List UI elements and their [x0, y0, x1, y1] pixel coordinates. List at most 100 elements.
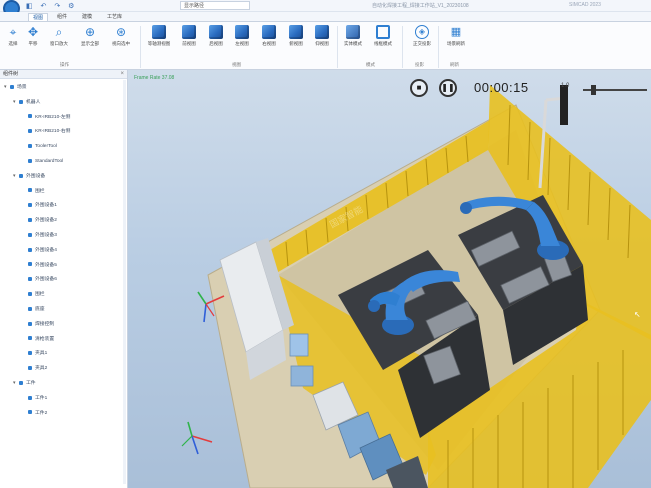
tree-item[interactable]: 外围设备6: [22, 275, 57, 284]
group-label-refresh: 刷新: [450, 62, 459, 67]
component-icon: [28, 321, 32, 326]
left-view-button[interactable]: 左视图: [229, 25, 255, 57]
component-icon: [28, 291, 32, 296]
tree-item-label: ToolerTool: [35, 144, 57, 150]
tree-item-label: 围栏: [35, 188, 45, 194]
speed-slider[interactable]: [583, 85, 647, 95]
tree-item[interactable]: 清枪装置: [22, 335, 54, 344]
tree-item[interactable]: 围栏: [22, 290, 45, 299]
zoom-all-label: 显示全部: [81, 41, 99, 46]
tree-item[interactable]: 焊接控制: [22, 320, 54, 329]
tree-item[interactable]: ▾ 机器人: [13, 98, 40, 107]
top-view-label: 俯视图: [289, 41, 303, 46]
ribbon: ⌖ 选择 ✥ 平移 ⌕ 窗口放大 ⊕ 显示全部 ⊛ 视向选中 操作 等轴测视图 …: [0, 21, 651, 70]
quick-access-toolbar[interactable]: ◧ ↶ ↷ ⚙: [26, 2, 77, 10]
iso-view-button[interactable]: 等轴测视图: [146, 25, 172, 57]
component-icon: [28, 262, 32, 267]
ribbon-tabs: 视图 组件 建模 工艺库: [0, 12, 651, 21]
folder-icon: [10, 84, 14, 89]
zoom-window-button[interactable]: ⌕ 窗口放大: [46, 25, 72, 57]
bottom-view-button[interactable]: 仰视图: [309, 25, 335, 57]
tree-item[interactable]: ▾ 工件: [13, 379, 36, 388]
wireframe-mode-button[interactable]: 线框模式: [370, 25, 396, 57]
layout-select[interactable]: 显示路径: [180, 1, 250, 10]
tree-item[interactable]: 外围设备5: [22, 261, 57, 270]
component-icon: [28, 158, 32, 163]
scene-refresh-button[interactable]: ▦ 场景刷新: [443, 25, 469, 57]
tree-item[interactable]: 夹具1: [22, 349, 47, 358]
zoom-window-label: 窗口放大: [50, 41, 68, 46]
component-icon: [28, 232, 32, 237]
tree-item[interactable]: 外围设备3: [22, 231, 57, 240]
top-view-button[interactable]: 俯视图: [283, 25, 309, 57]
tree-item[interactable]: 外围设备1: [22, 201, 57, 210]
panel-scrollbar[interactable]: [123, 80, 126, 484]
record-button[interactable]: ■: [410, 79, 428, 97]
panel-title: 组件树: [3, 71, 19, 77]
tree-item[interactable]: ▾ 场景: [4, 83, 27, 92]
3d-viewport[interactable]: Frame Rate 37.08 ■ ❚❚ 00:00:15 1.0 国家智能 …: [128, 70, 651, 488]
tab-process-library[interactable]: 工艺库: [103, 13, 126, 21]
folder-icon: [19, 380, 23, 385]
group-separator: [140, 26, 141, 68]
pan-label: 平移: [28, 41, 38, 46]
tree-item[interactable]: ▾ 外围设备: [13, 172, 45, 181]
tree-item-label: 工件1: [35, 395, 48, 401]
speed-slider-handle[interactable]: [591, 85, 596, 95]
front-view-button[interactable]: 前视图: [176, 25, 202, 57]
component-icon: [28, 277, 32, 282]
ortho-projection-button[interactable]: ◈ 正交投影: [409, 25, 435, 57]
iso-view-cube-icon: [152, 25, 166, 39]
top-view-cube-icon: [289, 25, 303, 39]
component-icon: [28, 114, 32, 119]
group-separator: [402, 26, 403, 68]
component-icon: [28, 365, 32, 370]
tree-item-label: 外围设备1: [35, 203, 57, 209]
record-icon: ■: [416, 83, 422, 92]
pause-button[interactable]: ❚❚: [439, 79, 457, 97]
tree-item-label: 工件: [26, 381, 36, 386]
tree-item[interactable]: StandardTool: [22, 157, 63, 166]
tree-item-label: 底座: [35, 307, 45, 312]
solid-mode-button[interactable]: 实体模式: [340, 25, 366, 57]
tree-item-label: 外围设备6: [35, 277, 57, 283]
tree-item-label: StandardTool: [35, 159, 64, 164]
tree-item[interactable]: 工件2: [22, 409, 47, 418]
tab-view[interactable]: 视图: [28, 13, 49, 21]
tree-item[interactable]: 围栏: [22, 187, 45, 196]
wireframe-mode-label: 线框模式: [374, 41, 392, 46]
component-icon: [28, 336, 32, 341]
tree-item[interactable]: KR-IRB210-右侧: [22, 127, 70, 136]
front-view-label: 前视图: [182, 41, 196, 46]
pan-button[interactable]: ✥ 平移: [20, 25, 46, 57]
folder-icon: [19, 99, 23, 104]
scene-canvas[interactable]: [128, 70, 651, 488]
view-selected-button[interactable]: ⊛ 视向选中: [108, 25, 134, 57]
window-title: 自动化焊接工程_焊接工作站_V1_20230108: [372, 3, 469, 9]
view-selected-label: 视向选中: [112, 41, 130, 46]
component-tree-panel: 组件树 × ▾ 场景 ▾ 机器人 KR-IRB210-左侧 KR-IRB210-右侧 Too…: [0, 70, 128, 488]
tree-item-label: KR-IRB210-右侧: [35, 129, 71, 135]
tree-item[interactable]: 外围设备4: [22, 246, 57, 255]
tree-item[interactable]: KR-IRB210-左侧: [22, 113, 70, 122]
front-view-cube-icon: [182, 25, 196, 39]
zoom-all-button[interactable]: ⊕ 显示全部: [77, 25, 103, 57]
close-icon[interactable]: ×: [120, 70, 124, 79]
tab-component[interactable]: 组件: [53, 13, 71, 21]
back-view-cube-icon: [209, 25, 223, 39]
solid-mode-icon: [346, 25, 360, 39]
scene-refresh-icon: ▦: [450, 26, 462, 38]
view-selected-icon: ⊛: [115, 25, 127, 39]
back-view-button[interactable]: 后视图: [203, 25, 229, 57]
tab-modeling[interactable]: 建模: [78, 13, 96, 21]
tree-item[interactable]: 夹具2: [22, 364, 47, 373]
tree-item-label: 夹具2: [35, 366, 48, 372]
group-separator: [337, 26, 338, 68]
tree-item[interactable]: 外围设备2: [22, 216, 57, 225]
tree-item[interactable]: 工件1: [22, 394, 47, 403]
right-view-button[interactable]: 右视图: [256, 25, 282, 57]
tree-item[interactable]: 底座: [22, 305, 45, 314]
iso-view-label: 等轴测视图: [147, 41, 171, 46]
tree-item[interactable]: ToolerTool: [22, 142, 57, 151]
component-icon: [28, 217, 32, 222]
